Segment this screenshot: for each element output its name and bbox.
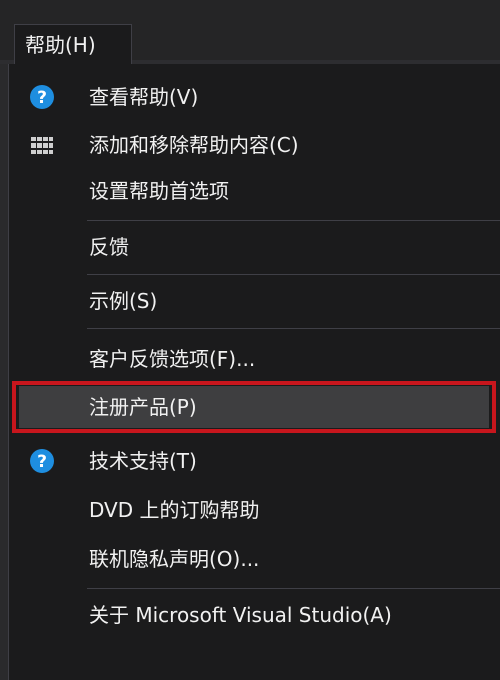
help-circle-icon: ? (30, 449, 54, 473)
menu-separator (87, 328, 500, 329)
menu-item-label: 反馈 (89, 235, 129, 259)
annotation-highlight-box (12, 381, 496, 433)
svg-text:?: ? (37, 452, 47, 472)
svg-text:?: ? (37, 88, 47, 108)
menu-separator (87, 220, 500, 221)
menu-bar: 帮助(H) (0, 0, 500, 64)
menu-item-label: DVD 上的订购帮助 (89, 498, 260, 522)
menu-item-label: 示例(S) (89, 289, 158, 313)
menu-item-label: 设置帮助首选项 (89, 179, 229, 203)
menu-item-label: 添加和移除帮助内容(C) (89, 133, 299, 157)
menu-item-label: 查看帮助(V) (89, 85, 199, 109)
menu-item-label: 客户反馈选项(F)... (89, 347, 256, 371)
menu-item-view-help[interactable]: ? 查看帮助(V) (9, 74, 500, 120)
menu-separator (87, 588, 500, 589)
menu-item-manage-help-content[interactable]: 添加和移除帮助内容(C) (9, 122, 500, 168)
menu-item-label: 联机隐私声明(O)... (89, 547, 260, 571)
menu-help[interactable]: 帮助(H) (14, 24, 132, 64)
menu-item-feedback[interactable]: 反馈 (9, 224, 500, 270)
menu-item-help-preferences[interactable]: 设置帮助首选项 (9, 168, 500, 214)
menu-item-order-help-dvd[interactable]: DVD 上的订购帮助 (9, 487, 500, 533)
menu-item-label: 技术支持(T) (89, 449, 197, 473)
menu-item-label: 关于 Microsoft Visual Studio(A) (89, 603, 392, 627)
menu-separator (87, 274, 500, 275)
help-circle-icon: ? (30, 85, 54, 109)
menu-item-about[interactable]: 关于 Microsoft Visual Studio(A) (9, 592, 500, 638)
background-edge (0, 64, 8, 680)
menu-item-customer-feedback-options[interactable]: 客户反馈选项(F)... (9, 336, 500, 382)
menu-item-samples[interactable]: 示例(S) (9, 278, 500, 324)
help-dropdown-menu: ? 查看帮助(V) 添加和移除帮助内容(C) 设置帮助首选项 反馈 示例(S) … (8, 64, 500, 680)
menu-item-privacy-statement[interactable]: 联机隐私声明(O)... (9, 536, 500, 582)
books-icon (31, 137, 53, 154)
menu-item-technical-support[interactable]: ? 技术支持(T) (9, 438, 500, 484)
